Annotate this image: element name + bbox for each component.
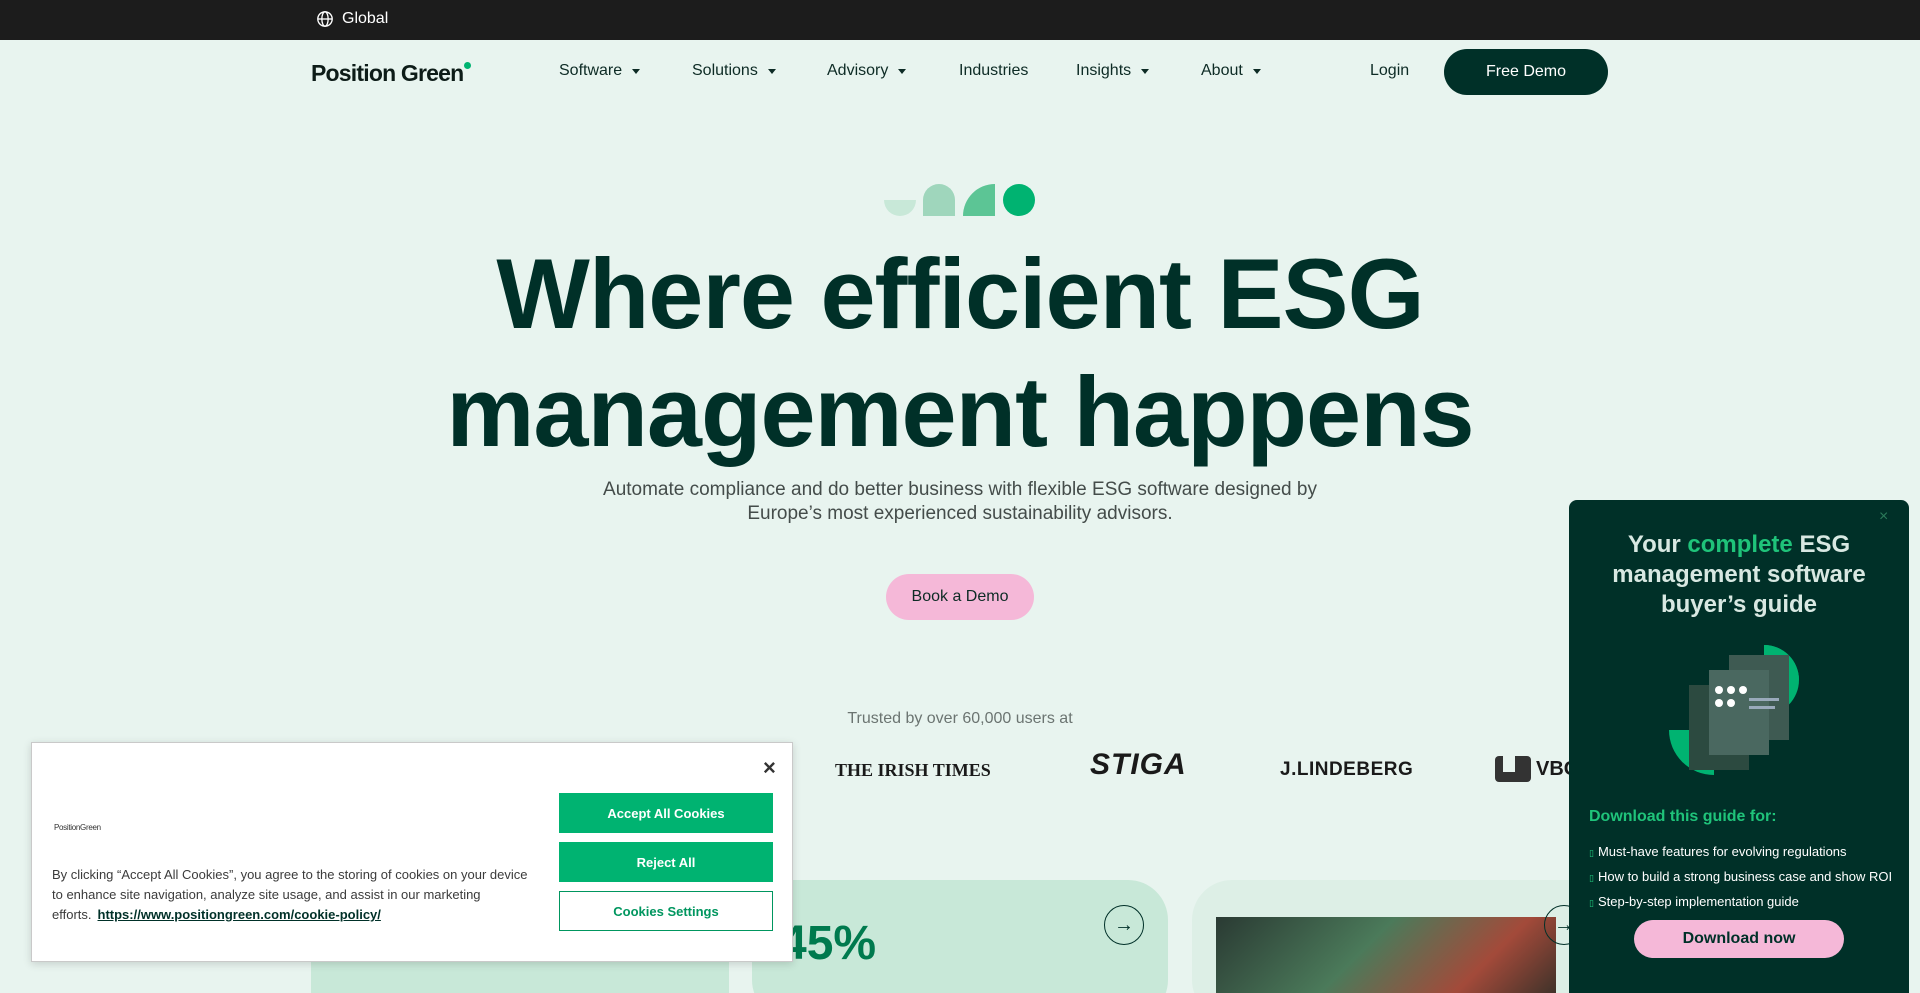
- globe-icon: [317, 11, 333, 27]
- close-icon[interactable]: ×: [1879, 508, 1888, 526]
- nav-item-label: About: [1201, 62, 1243, 79]
- cookie-settings-button[interactable]: Cookies Settings: [559, 891, 773, 931]
- cookie-policy-link[interactable]: https://www.positiongreen.com/cookie-pol…: [98, 907, 381, 922]
- caret-down-icon: [898, 68, 907, 74]
- reject-cookies-button[interactable]: Reject All: [559, 842, 773, 882]
- nav-item-label: Solutions: [692, 62, 758, 79]
- nav-item-software[interactable]: Software: [559, 62, 641, 80]
- decorative-shapes-icon: [884, 184, 1035, 216]
- nav-item-insights[interactable]: Insights: [1076, 62, 1150, 80]
- guide-popup: × Your complete ESG management software …: [1569, 500, 1909, 993]
- close-icon[interactable]: ×: [763, 755, 776, 781]
- logo-dot: [464, 62, 472, 69]
- nav-item-industries[interactable]: Industries: [959, 62, 1028, 80]
- accept-cookies-button[interactable]: Accept All Cookies: [559, 793, 773, 833]
- nav-item-label: Advisory: [827, 62, 889, 79]
- cookie-text: By clicking “Accept All Cookies”, you ag…: [52, 865, 532, 925]
- download-now-button[interactable]: Download now: [1634, 920, 1844, 958]
- trusted-label: Trusted by over 60,000 users at: [847, 710, 1073, 727]
- list-item: Must-have features for evolving regulati…: [1589, 840, 1892, 865]
- hero-subtitle-line: Europe’s most experienced sustainability…: [747, 503, 1173, 524]
- title-part: Your: [1627, 531, 1688, 558]
- brand-logo-lindeberg: J.LINDEBERG: [1280, 759, 1414, 780]
- caret-down-icon: [767, 68, 776, 74]
- caret-down-icon: [632, 68, 641, 74]
- arrow-right-icon[interactable]: →: [1104, 905, 1144, 945]
- brand-logo-irish-times: THE IRISH TIMES: [835, 760, 991, 780]
- free-demo-button[interactable]: Free Demo: [1444, 49, 1608, 95]
- hero-title: Where efficient ESG management happens: [360, 235, 1560, 471]
- logo[interactable]: Position Green: [311, 60, 472, 87]
- cookie-logo: PositionGreen: [54, 823, 101, 832]
- nav-item-about[interactable]: About: [1201, 62, 1261, 80]
- nav-item-solutions[interactable]: Solutions: [692, 62, 776, 80]
- hero-subtitle: Automate compliance and do better busine…: [530, 478, 1390, 526]
- brand-logo-vbg: VBG: [1495, 756, 1579, 782]
- caret-down-icon: [1141, 68, 1150, 74]
- brand-logo-stiga: STIGA: [1090, 748, 1187, 781]
- nav-item-label: Insights: [1076, 62, 1132, 79]
- cookie-banner: × PositionGreen By clicking “Accept All …: [31, 742, 793, 962]
- stat-card[interactable]: 45% →: [752, 880, 1168, 993]
- login-link[interactable]: Login: [1370, 62, 1409, 80]
- list-item: How to build a strong business case and …: [1589, 865, 1892, 890]
- region-selector[interactable]: Global: [316, 10, 388, 28]
- guide-book-icon: [1669, 645, 1799, 775]
- nav-item-advisory[interactable]: Advisory: [827, 62, 907, 80]
- hero-title-line: management happens: [446, 356, 1474, 467]
- hero-subtitle-line: Automate compliance and do better busine…: [603, 479, 1317, 500]
- nav-item-label: Industries: [959, 62, 1029, 79]
- title-highlight: complete: [1687, 531, 1793, 558]
- stat-value: 45%: [780, 917, 877, 970]
- main-nav: Position Green Software Solutions Adviso…: [0, 40, 1920, 104]
- caret-down-icon: [1252, 68, 1261, 74]
- hero-title-line: Where efficient ESG: [496, 238, 1424, 349]
- nav-item-label: Software: [559, 62, 623, 79]
- photo-card[interactable]: →: [1192, 880, 1608, 993]
- card-photo: [1216, 917, 1556, 993]
- popup-title: Your complete ESG management software bu…: [1589, 530, 1889, 620]
- region-label: Global: [342, 10, 389, 27]
- vbg-mark-icon: [1495, 756, 1531, 782]
- list-item: Step-by-step implementation guide: [1589, 890, 1892, 915]
- book-demo-button[interactable]: Book a Demo: [886, 574, 1034, 620]
- top-bar: Global: [0, 0, 1920, 40]
- popup-list-title: Download this guide for:: [1589, 808, 1777, 825]
- popup-list: Must-have features for evolving regulati…: [1589, 840, 1892, 915]
